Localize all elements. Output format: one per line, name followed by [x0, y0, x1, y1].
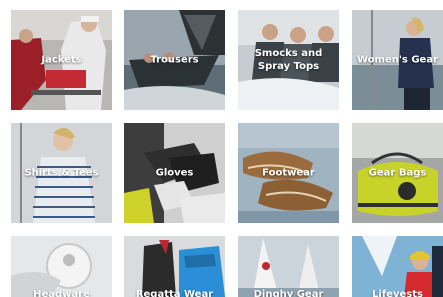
category-tile-jackets[interactable]: Jackets: [11, 10, 112, 110]
category-label: Headware: [33, 289, 90, 297]
category-tile-womens-gear[interactable]: Women's Gear: [352, 10, 443, 110]
category-tile-lifevests[interactable]: Lifevests: [352, 236, 443, 297]
category-tile-shirts-and-tees[interactable]: Shirts & Tees: [11, 123, 112, 223]
category-tile-regatta-wear[interactable]: Regatta Wear: [124, 236, 225, 297]
category-label: Jackets: [41, 54, 82, 66]
category-tile-dinghy-gear[interactable]: Dinghy Gear: [238, 236, 339, 297]
category-label: Smocks and Spray Tops: [254, 48, 323, 72]
category-tile-gloves[interactable]: Gloves: [124, 123, 225, 223]
category-label: Dinghy Gear: [253, 289, 324, 297]
category-tile-smocks-and-spray-tops[interactable]: Smocks and Spray Tops: [238, 10, 339, 110]
category-tile-footwear[interactable]: Footwear: [238, 123, 339, 223]
category-label: Regatta Wear: [135, 289, 214, 297]
category-label: Lifevests: [372, 289, 423, 297]
category-label: Footwear: [262, 167, 315, 179]
category-grid: Jackets Trousers Smocks and Spray Tops W…: [0, 0, 443, 297]
category-label: Shirts & Tees: [24, 167, 99, 179]
category-tile-gear-bags[interactable]: Gear Bags: [352, 123, 443, 223]
category-label: Gloves: [155, 167, 194, 179]
category-tile-trousers[interactable]: Trousers: [124, 10, 225, 110]
category-tile-headware[interactable]: Headware: [11, 236, 112, 297]
category-label: Gear Bags: [368, 167, 427, 179]
category-label: Women's Gear: [356, 54, 439, 66]
category-label: Trousers: [150, 54, 199, 66]
